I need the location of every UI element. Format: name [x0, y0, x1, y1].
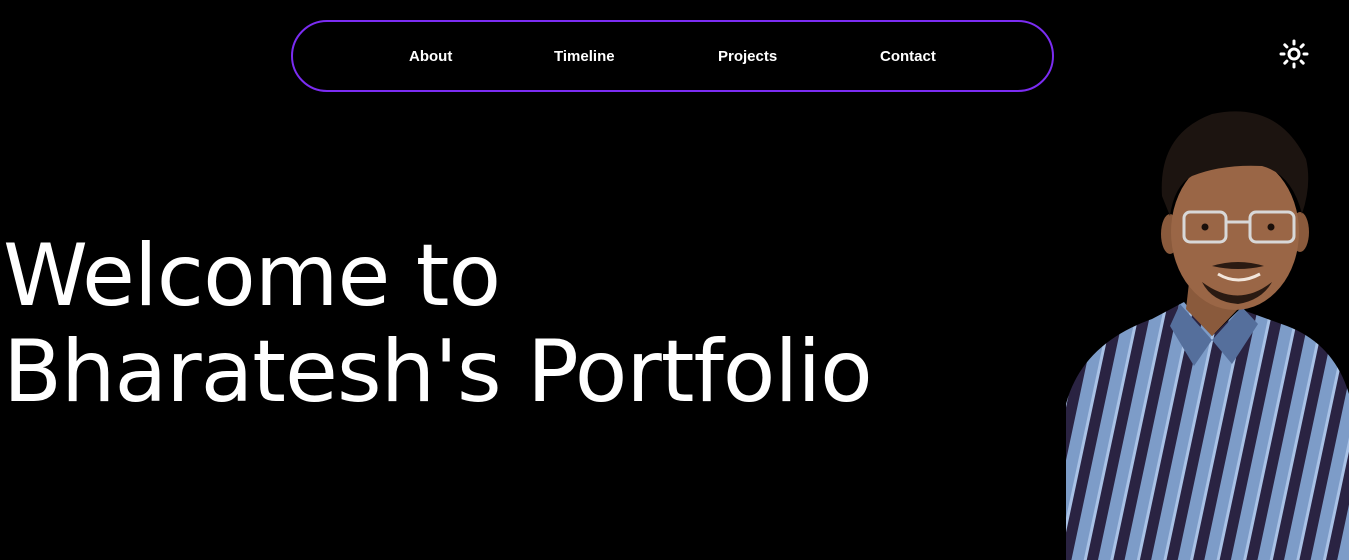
profile-photo: [1062, 104, 1349, 560]
nav-link-contact[interactable]: Contact: [880, 48, 936, 65]
hero-title-line-2: Bharatesh's Portfolio: [3, 322, 873, 422]
nav-link-about[interactable]: About: [409, 48, 452, 65]
nav-link-projects[interactable]: Projects: [718, 48, 777, 65]
person-photo-icon: [1066, 111, 1349, 560]
sun-icon: [1279, 39, 1309, 69]
theme-toggle-button[interactable]: [1278, 38, 1310, 70]
hero-title-line-1: Welcome to: [3, 226, 501, 326]
nav-link-timeline[interactable]: Timeline: [554, 48, 615, 65]
hero-title: Welcome to Bharatesh's Portfolio: [3, 226, 873, 422]
main-navbar: About Timeline Projects Contact: [291, 20, 1054, 92]
